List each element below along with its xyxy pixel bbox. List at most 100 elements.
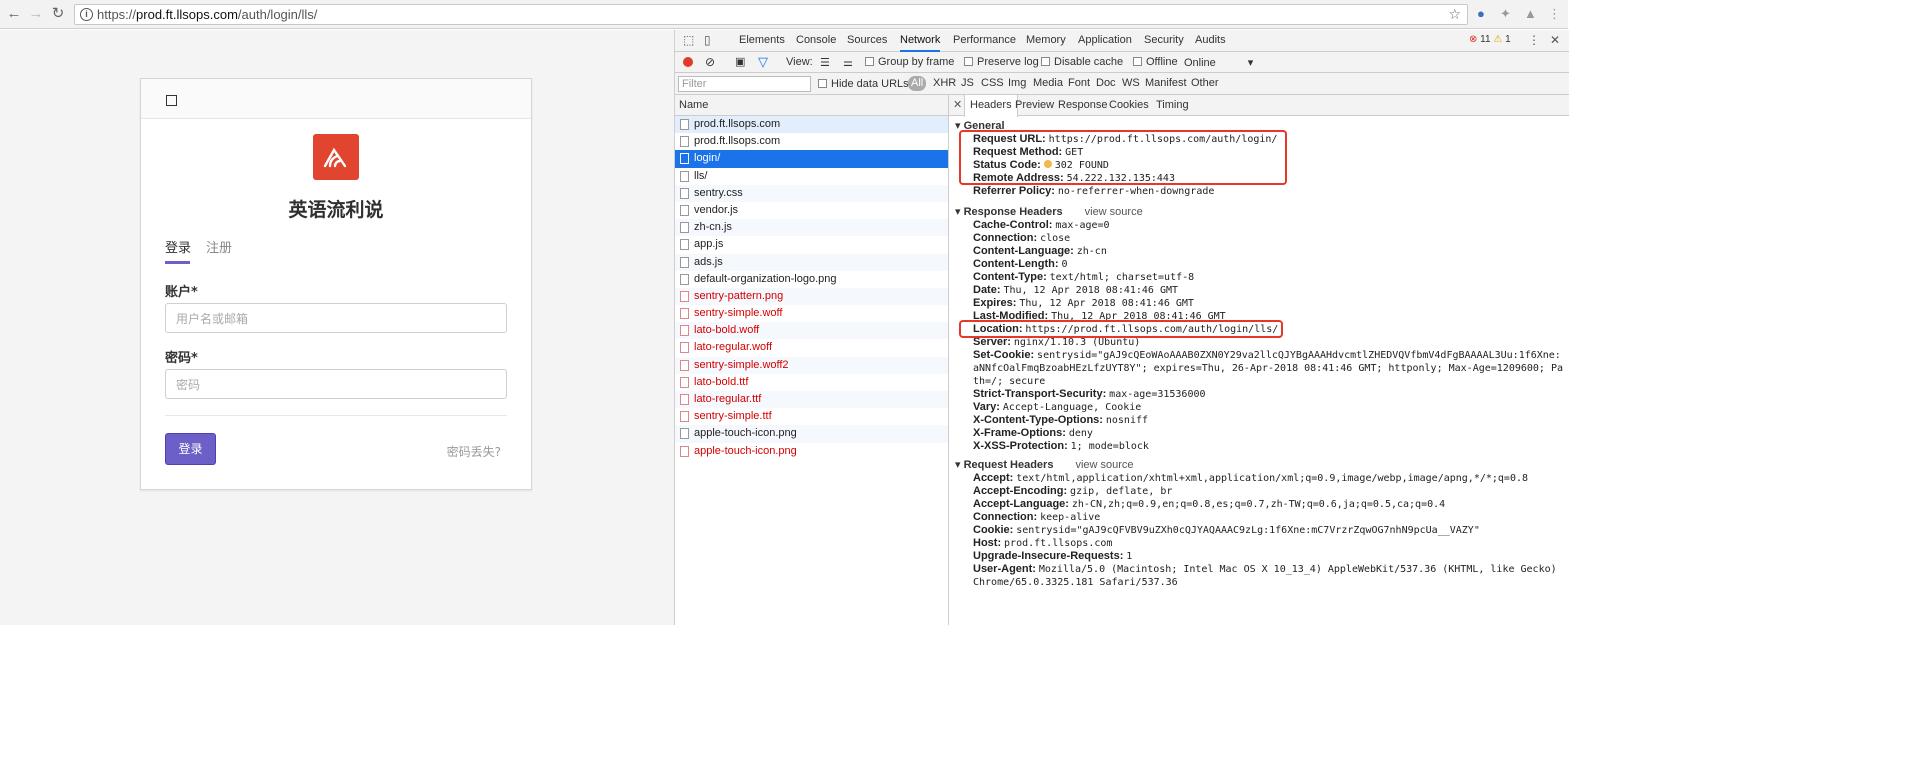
login-button[interactable]: 登录 (165, 433, 216, 465)
tab-elements[interactable]: Elements (739, 30, 785, 52)
throttle-select[interactable]: Online ▾ (1184, 56, 1253, 69)
password-input[interactable]: 密码 (165, 369, 507, 399)
header-value: sentrysid="gAJ9cQFVBV9uZXh0cQJYAQAAAC9zL… (1016, 525, 1480, 536)
offline-checkbox[interactable]: Offline (1133, 56, 1178, 68)
back-icon[interactable]: ← (4, 4, 24, 24)
request-headers-section-toggle[interactable]: ▾ Request Headers view source (955, 458, 1134, 471)
request-row[interactable]: lato-regular.woff (675, 339, 948, 356)
file-icon (680, 239, 689, 251)
header-key: Content-Type: (973, 271, 1047, 283)
close-icon[interactable]: ✕ (953, 98, 962, 111)
filter-type-other[interactable]: Other (1191, 77, 1219, 89)
overview-icon[interactable]: ⚌ (843, 56, 853, 69)
filter-type-font[interactable]: Font (1068, 77, 1090, 89)
request-row[interactable]: sentry.css (675, 184, 948, 202)
file-icon (680, 273, 689, 285)
page-viewport: 英语流利说 登录 注册 账户* 用户名或邮箱 密码* 密码 登录 密码丢失? (0, 30, 674, 625)
request-row[interactable]: sentry-simple.woff (675, 305, 948, 322)
header-key: Expires: (973, 297, 1017, 309)
request-header-row: Connection: keep-alive (973, 511, 1565, 524)
disable-cache-checkbox[interactable]: Disable cache (1041, 56, 1123, 68)
filter-type-xhr[interactable]: XHR (933, 77, 956, 89)
request-row[interactable]: lato-regular.ttf (675, 391, 948, 409)
filter-type-img[interactable]: Img (1008, 77, 1026, 89)
reload-icon[interactable]: ↻ (48, 4, 68, 24)
request-name: lls/ (694, 169, 708, 182)
device-toggle-icon[interactable]: ▯ (704, 33, 711, 47)
kebab-menu-icon[interactable]: ⋮ (1528, 33, 1540, 47)
address-bar[interactable]: i https://prod.ft.llsops.com/auth/login/… (74, 4, 1468, 25)
filter-type-media[interactable]: Media (1033, 77, 1063, 89)
clear-icon[interactable]: ⊘ (705, 55, 715, 69)
request-row[interactable]: ads.js (675, 253, 948, 271)
request-details: ✕ Headers Preview Response Cookies Timin… (949, 95, 1569, 625)
hide-data-urls-checkbox[interactable]: Hide data URLs (818, 78, 909, 90)
error-warning-counter[interactable]: ⊗ 11 ⚠ 1 (1469, 34, 1511, 45)
account-input[interactable]: 用户名或邮箱 (165, 303, 507, 333)
tab-console[interactable]: Console (796, 30, 836, 52)
filter-type-manifest[interactable]: Manifest (1145, 77, 1187, 89)
tab-preview[interactable]: Preview (1010, 95, 1059, 116)
filter-type-ws[interactable]: WS (1122, 77, 1140, 89)
request-row[interactable]: lato-bold.woff (675, 322, 948, 340)
tab-sources[interactable]: Sources (847, 30, 887, 52)
tab-performance[interactable]: Performance (953, 30, 1016, 52)
star-icon[interactable]: ☆ (1448, 6, 1461, 23)
request-name: sentry.css (694, 186, 743, 199)
header-key: X-Content-Type-Options: (973, 414, 1103, 426)
tab-cookies[interactable]: Cookies (1104, 95, 1154, 116)
filter-input[interactable]: Filter (678, 76, 811, 92)
browser-toolbar: ← → ↻ i https://prod.ft.llsops.com/auth/… (0, 0, 1568, 29)
account-label: 账户* (165, 285, 198, 300)
preserve-log-checkbox[interactable]: Preserve log (964, 56, 1039, 68)
header-key: Date: (973, 284, 1001, 296)
large-rows-icon[interactable]: ☰ (820, 56, 830, 69)
camera-icon[interactable]: ▣ (735, 55, 745, 68)
python-extension-icon[interactable]: ● (1477, 6, 1485, 21)
request-row[interactable]: vendor.js (675, 202, 948, 219)
tab-network[interactable]: Network (900, 30, 941, 52)
record-icon[interactable] (683, 57, 693, 67)
request-row[interactable]: default-organization-logo.png (675, 271, 948, 288)
tab-memory[interactable]: Memory (1026, 30, 1066, 52)
tab-register[interactable]: 注册 (206, 237, 232, 256)
tab-timing[interactable]: Timing (1151, 95, 1194, 116)
group-by-frame-checkbox[interactable]: Group by frame (865, 56, 954, 68)
filter-type-doc[interactable]: Doc (1096, 77, 1116, 89)
response-header-row: Content-Type: text/html; charset=utf-8 (973, 271, 1565, 284)
extension-icon-2[interactable]: ▲ (1524, 6, 1537, 21)
request-row[interactable]: sentry-simple.ttf (675, 408, 948, 425)
filter-type-all[interactable]: All (908, 76, 927, 91)
info-icon[interactable]: i (80, 8, 93, 21)
filter-icon[interactable]: ▽ (758, 54, 768, 70)
response-header-row: X-XSS-Protection: 1; mode=block (973, 440, 1565, 453)
request-row[interactable]: lls/ (675, 168, 948, 185)
response-headers-section-toggle[interactable]: ▾ Response Headers view source (955, 205, 1143, 218)
request-row[interactable]: sentry-simple.woff2 (675, 356, 948, 374)
tab-login[interactable]: 登录 (165, 237, 191, 256)
request-row[interactable]: apple-touch-icon.png (675, 443, 948, 460)
request-row[interactable]: prod.ft.llsops.com (675, 133, 948, 150)
request-name: app.js (694, 238, 724, 251)
tab-application[interactable]: Application (1078, 30, 1132, 52)
request-row[interactable]: zh-cn.js (675, 219, 948, 237)
response-view-source-link[interactable]: view source (1085, 206, 1143, 218)
request-row[interactable]: lato-bold.ttf (675, 374, 948, 391)
filter-type-css[interactable]: CSS (981, 77, 1004, 89)
tab-audits[interactable]: Audits (1195, 30, 1226, 52)
request-row[interactable]: prod.ft.llsops.com (675, 116, 948, 134)
request-row[interactable]: app.js (675, 236, 948, 253)
close-devtools-icon[interactable]: ✕ (1550, 33, 1560, 47)
forward-icon[interactable]: → (26, 4, 46, 24)
menu-icon[interactable]: ⋮ (1548, 6, 1561, 22)
tab-security[interactable]: Security (1144, 30, 1184, 52)
name-column-header[interactable]: Name (675, 95, 948, 116)
extension-icon[interactable]: ✦ (1500, 6, 1511, 22)
inspect-icon[interactable]: ⬚ (683, 33, 694, 47)
request-row[interactable]: apple-touch-icon.png (675, 425, 948, 443)
filter-type-js[interactable]: JS (961, 77, 974, 89)
request-row[interactable]: sentry-pattern.png (675, 287, 948, 306)
forgot-password-link[interactable]: 密码丢失? (447, 443, 501, 460)
request-view-source-link[interactable]: view source (1075, 459, 1133, 471)
request-row[interactable]: login/ (675, 150, 948, 168)
